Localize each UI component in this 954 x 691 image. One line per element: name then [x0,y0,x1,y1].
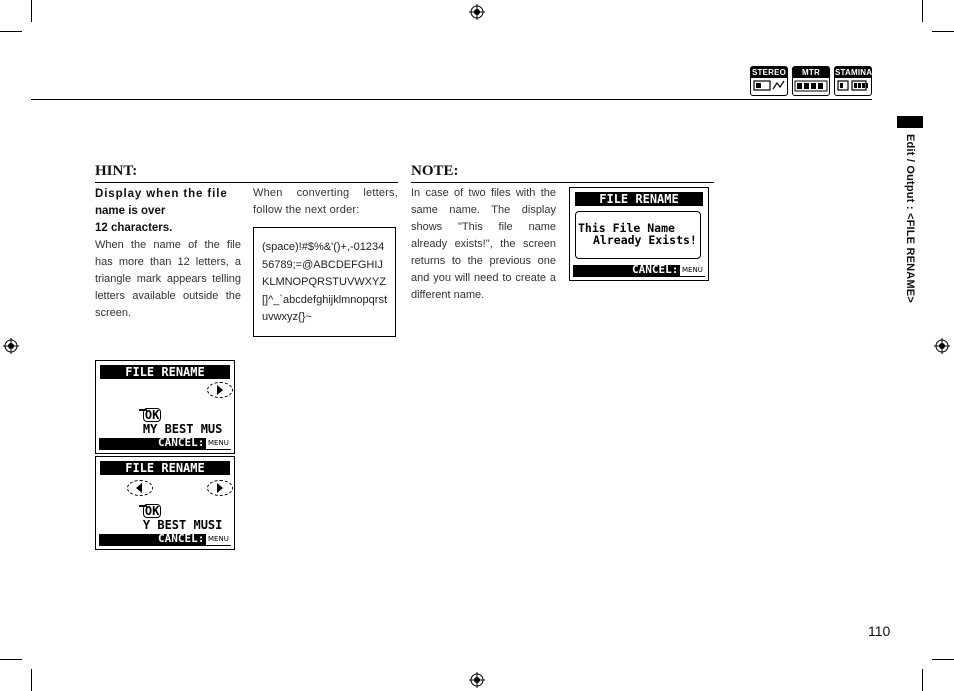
side-tab-label: Edit / Output : <FILE RENAME> [904,134,916,303]
hint-lcd-screen-2: FILE RENAME OK Y BEST MUSI CANCEL: MENU [95,456,235,550]
hint-heading-line: 12 characters. [95,222,173,234]
crop-mark [922,0,923,22]
stereo-mode-icon: STEREO [750,66,788,96]
lcd-title: FILE RENAME [575,192,703,206]
crop-mark [0,31,22,32]
lcd-cancel-label: CANCEL: [158,532,205,545]
right-triangle-icon [217,483,223,493]
hint-title: HINT: [95,163,138,179]
page-number: 110 [868,623,891,639]
hint-rule [95,182,398,183]
side-tab-marker [897,116,923,128]
lcd-message-line: Already Exists! [593,233,697,247]
menu-key-icon: MENU [206,534,231,545]
crop-mark [922,669,923,691]
right-triangle-icon [217,385,223,395]
crop-mark [31,0,32,22]
menu-key-icon: MENU [206,438,231,449]
header-rule [31,99,872,100]
registration-target-icon [934,338,950,354]
hint-heading-line: name is over [95,205,166,217]
menu-key-icon: MENU [680,265,705,276]
mode-label: STAMINA [835,67,873,78]
character-order-box: (space)!#$%&'()+,-0123456789;=@ABCDEFGHI… [253,227,396,337]
mode-label: MTR [793,67,829,78]
left-triangle-icon [136,483,142,493]
registration-target-icon [469,672,485,688]
conversion-text: When converting letters, follow the next… [253,187,398,216]
lcd-cancel-label: CANCEL: [632,263,679,276]
crop-mark [932,31,954,32]
crop-mark [31,669,32,691]
note-lcd-screen: FILE RENAME This File Name Already Exist… [569,187,709,281]
cursor-underline [139,409,147,411]
lcd-cancel-label: CANCEL: [158,436,205,449]
registration-target-icon [3,338,19,354]
stamina-mode-icon: STAMINA [834,66,872,96]
lcd-filename: MY BEST MUS [142,422,223,436]
hint-body: When the name of the file has more than … [95,239,241,319]
hint-heading: Display when the file name is over 12 ch… [95,186,243,237]
crop-mark [0,659,22,660]
note-rule [411,182,714,183]
mtr-mode-icon: MTR [792,66,830,96]
lcd-title: FILE RENAME [100,461,230,475]
lcd-filename: Y BEST MUSI [142,518,223,532]
registration-target-icon [469,4,485,20]
note-body: In case of two files with the same name.… [411,187,556,301]
note-title: NOTE: [411,163,459,179]
mode-label: STEREO [751,67,787,78]
hint-lcd-screen-1: FILE RENAME OK MY BEST MUS CANCEL: MENU [95,360,235,454]
crop-mark [932,659,954,660]
hint-heading-line: Display when the file [95,188,228,200]
cursor-underline [139,505,147,507]
lcd-title: FILE RENAME [100,365,230,379]
